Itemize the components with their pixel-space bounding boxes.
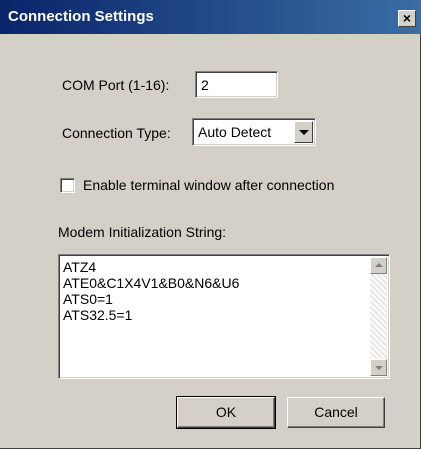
modem-init-label: Modem Initialization String: xyxy=(58,224,227,240)
modem-init-textarea[interactable]: ATZ4 ATE0&C1X4V1&B0&N6&U6 ATS0=1 ATS32.5… xyxy=(58,254,390,379)
ok-button[interactable]: OK xyxy=(176,396,276,429)
close-button[interactable]: × xyxy=(398,10,416,27)
close-icon: × xyxy=(402,10,412,26)
chevron-down-icon xyxy=(299,130,309,135)
cancel-button[interactable]: Cancel xyxy=(287,397,385,428)
scroll-down-button[interactable] xyxy=(370,359,387,376)
connection-type-value: Auto Detect xyxy=(198,124,272,140)
title-bar[interactable]: Connection Settings × xyxy=(0,0,421,34)
connection-settings-dialog: Connection Settings × COM Port (1-16): 2… xyxy=(0,0,421,449)
modem-init-scrollbar[interactable] xyxy=(370,257,387,376)
connection-type-dropdown-button[interactable] xyxy=(294,121,313,143)
dialog-title: Connection Settings xyxy=(8,8,154,25)
com-port-label: COM Port (1-16): xyxy=(62,77,170,93)
scroll-up-icon xyxy=(375,263,383,267)
modem-init-line: ATZ4 xyxy=(63,259,97,275)
com-port-input[interactable]: 2 xyxy=(195,71,278,98)
modem-init-line: ATS0=1 xyxy=(63,291,113,307)
modem-init-line: ATE0&C1X4V1&B0&N6&U6 xyxy=(63,275,240,291)
scroll-down-icon xyxy=(375,366,383,370)
connection-type-label: Connection Type: xyxy=(62,125,171,141)
com-port-value: 2 xyxy=(201,77,209,93)
modem-init-line: ATS32.5=1 xyxy=(63,307,133,323)
connection-type-select[interactable]: Auto Detect xyxy=(192,118,316,146)
terminal-window-checkbox[interactable] xyxy=(60,178,75,193)
terminal-window-label[interactable]: Enable terminal window after connection xyxy=(83,177,334,193)
modem-init-lines: ATZ4 ATE0&C1X4V1&B0&N6&U6 ATS0=1 ATS32.5… xyxy=(63,259,239,323)
scroll-up-button[interactable] xyxy=(370,257,387,274)
